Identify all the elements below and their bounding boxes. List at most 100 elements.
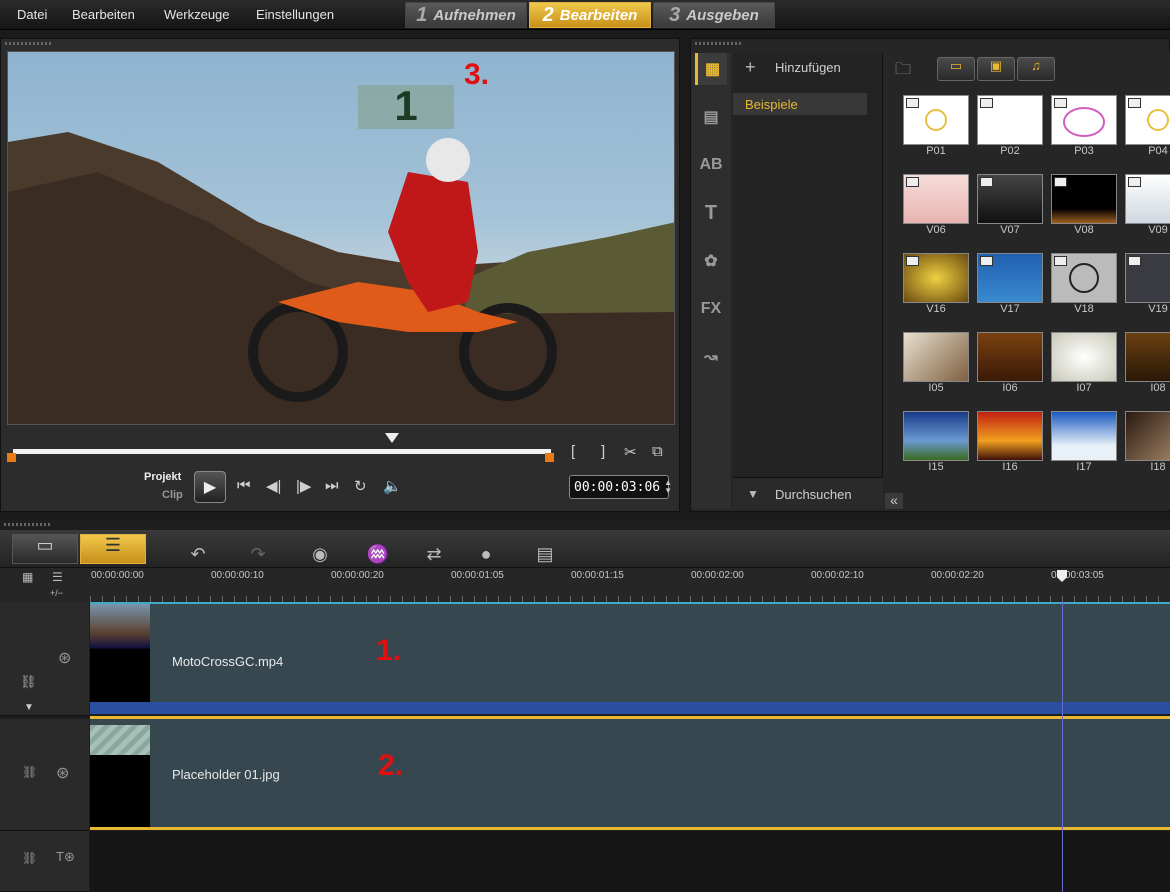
motion-tracking-icon[interactable]: ●	[471, 544, 501, 565]
path-icon[interactable]: ↝	[695, 341, 727, 373]
library-thumbnail[interactable]: V16	[903, 253, 969, 315]
sound-mixer-icon[interactable]: ♒	[363, 544, 393, 565]
timeline-view-button[interactable]: ☰	[80, 534, 146, 564]
library-thumbnail[interactable]: I17	[1051, 411, 1117, 473]
video-clip[interactable]: MotoCrossGC.mp4 1.	[90, 602, 1170, 714]
add-icon[interactable]: +	[745, 57, 756, 78]
add-folder-button[interactable]: Hinzufügen	[775, 60, 841, 75]
video-track-icon[interactable]: ⊛	[58, 648, 71, 668]
mark-in-button[interactable]: [	[571, 443, 575, 460]
browse-icon[interactable]: ▼	[747, 487, 759, 501]
menu-datei[interactable]: Datei	[17, 7, 47, 22]
library-thumbnail[interactable]: V06	[903, 174, 969, 236]
mode-clip-label[interactable]: Clip	[162, 489, 183, 501]
redo-icon[interactable]: ↷	[243, 544, 273, 565]
trim-start-handle[interactable]	[7, 453, 16, 462]
folder-icon[interactable]: 🗀	[895, 58, 911, 85]
library-thumbnail[interactable]: I05	[903, 332, 969, 394]
play-button[interactable]: ▶	[194, 471, 226, 503]
ruler-label: 00:00:00:00	[91, 570, 144, 581]
scrubber-track[interactable]	[13, 449, 551, 454]
undo-icon[interactable]: ↶	[183, 544, 213, 565]
library-thumbnail[interactable]: V07	[977, 174, 1043, 236]
library-thumbnail[interactable]: P01	[903, 95, 969, 157]
auto-music-icon[interactable]: ⇄	[419, 544, 449, 565]
title-track-icon[interactable]: T⊛	[56, 849, 75, 865]
overlay-track-icon[interactable]: ⊛	[56, 763, 69, 783]
track-separator	[90, 827, 1170, 830]
scrubber-handle[interactable]	[385, 433, 399, 443]
instant-project-icon[interactable]: ▤	[695, 101, 727, 133]
library-thumbnail[interactable]: P03	[1051, 95, 1117, 157]
library-thumbnail[interactable]: I18	[1125, 411, 1170, 473]
ruler-label: 00:00:01:15	[571, 570, 624, 581]
go-to-end-icon[interactable]: ⏭	[325, 477, 339, 494]
library-thumbnail[interactable]: V19	[1125, 253, 1170, 315]
menu-werkzeuge[interactable]: Werkzeuge	[164, 7, 230, 22]
transition-icon[interactable]: AB	[695, 149, 727, 181]
folder-item-beispiele[interactable]: Beispiele	[733, 93, 867, 115]
menu-bearbeiten[interactable]: Bearbeiten	[72, 7, 135, 22]
record-capture-icon[interactable]: ◉	[305, 544, 335, 565]
filter-audio-icon[interactable]: ♫	[1017, 57, 1055, 81]
timeline-panel: ▭ ☰ ↶ ↷ ◉ ♒ ⇄ ● ▤ ▦ ☰ +/− 00:00:00:00 00…	[0, 520, 1170, 892]
next-frame-icon[interactable]: |▶	[296, 477, 311, 495]
menu-einstellungen[interactable]: Einstellungen	[256, 7, 334, 22]
annotation-1: 1.	[376, 634, 402, 667]
track-manager-icon[interactable]: ▦	[22, 570, 33, 584]
library-thumbnail[interactable]: I15	[903, 411, 969, 473]
library-thumbnail[interactable]: V18	[1051, 253, 1117, 315]
subtitle-editor-icon[interactable]: ▤	[530, 544, 560, 565]
browse-button[interactable]: Durchsuchen	[775, 487, 852, 502]
library-thumbnail[interactable]: I08	[1125, 332, 1170, 394]
storyboard-view-button[interactable]: ▭	[12, 534, 78, 564]
trim-end-handle[interactable]	[545, 453, 554, 462]
step-ausgeben-tab[interactable]: 3 Ausgeben	[653, 2, 775, 28]
browse-bar: ▼ Durchsuchen	[733, 477, 883, 509]
timecode-field[interactable]: 00:00:03:06 ▲ ▼	[569, 475, 672, 499]
filter-photo-icon[interactable]: ▣	[977, 57, 1015, 81]
ruler-label: 00:00:02:00	[691, 570, 744, 581]
library-thumbnail[interactable]: P02	[977, 95, 1043, 157]
ruler-label: 00:00:01:05	[451, 570, 504, 581]
step-bearbeiten-tab[interactable]: 2 Bearbeiten	[529, 2, 651, 28]
filter-video-icon[interactable]: ▭	[937, 57, 975, 81]
audio-waveform-bar	[90, 702, 1170, 714]
library-thumbnail[interactable]: I07	[1051, 332, 1117, 394]
overlay-clip[interactable]: Placeholder 01.jpg 2.	[90, 719, 1170, 827]
title-icon[interactable]: T	[695, 197, 727, 229]
repeat-icon[interactable]: ↻	[354, 477, 367, 495]
timecode-stepper-icon[interactable]: ▲ ▼	[664, 479, 672, 495]
library-thumbnail[interactable]: V08	[1051, 174, 1117, 236]
media-icon[interactable]: ▦	[695, 53, 727, 85]
library-thumbnail[interactable]: P04	[1125, 95, 1170, 157]
add-remove-track-control[interactable]: +/−	[50, 588, 63, 598]
panel-grip[interactable]	[4, 523, 50, 526]
panel-grip[interactable]	[695, 42, 741, 45]
mark-out-button[interactable]: ]	[601, 443, 605, 460]
library-thumbnail[interactable]: V09	[1125, 174, 1170, 236]
collapse-library-button[interactable]: «	[885, 493, 903, 509]
track-lock-icon[interactable]: ⛓	[20, 674, 37, 690]
expand-track-icon[interactable]: ▼	[24, 702, 34, 713]
panel-grip[interactable]	[5, 42, 51, 45]
library-panel: ▦ ▤ AB T ✿ FX ↝ + Hinzufügen Beispiele ▼…	[690, 38, 1170, 512]
library-thumbnail[interactable]: V17	[977, 253, 1043, 315]
step-number: 1	[416, 3, 428, 26]
track-lock-icon[interactable]: ⛓	[22, 851, 37, 865]
go-to-start-icon[interactable]: ⏮	[237, 477, 251, 494]
volume-icon[interactable]: 🔈	[383, 477, 402, 495]
graphic-icon[interactable]: ✿	[695, 245, 727, 277]
track-lock-icon[interactable]: ⛓	[22, 765, 37, 779]
mode-project-label[interactable]: Projekt	[144, 471, 181, 483]
chapter-point-icon[interactable]: ☰	[52, 570, 63, 584]
previous-frame-icon[interactable]: ◀|	[266, 477, 281, 495]
timeline-ruler[interactable]: ▦ ☰ +/− 00:00:00:00 00:00:00:10 00:00:00…	[0, 568, 1170, 602]
scissors-icon[interactable]: ✂	[624, 443, 637, 461]
step-aufnehmen-tab[interactable]: 1 Aufnehmen	[405, 2, 527, 28]
title-track[interactable]	[90, 831, 1170, 892]
enlarge-preview-icon[interactable]: ⧉	[652, 443, 663, 460]
library-thumbnail[interactable]: I16	[977, 411, 1043, 473]
filter-icon[interactable]: FX	[695, 293, 727, 325]
library-thumbnail[interactable]: I06	[977, 332, 1043, 394]
